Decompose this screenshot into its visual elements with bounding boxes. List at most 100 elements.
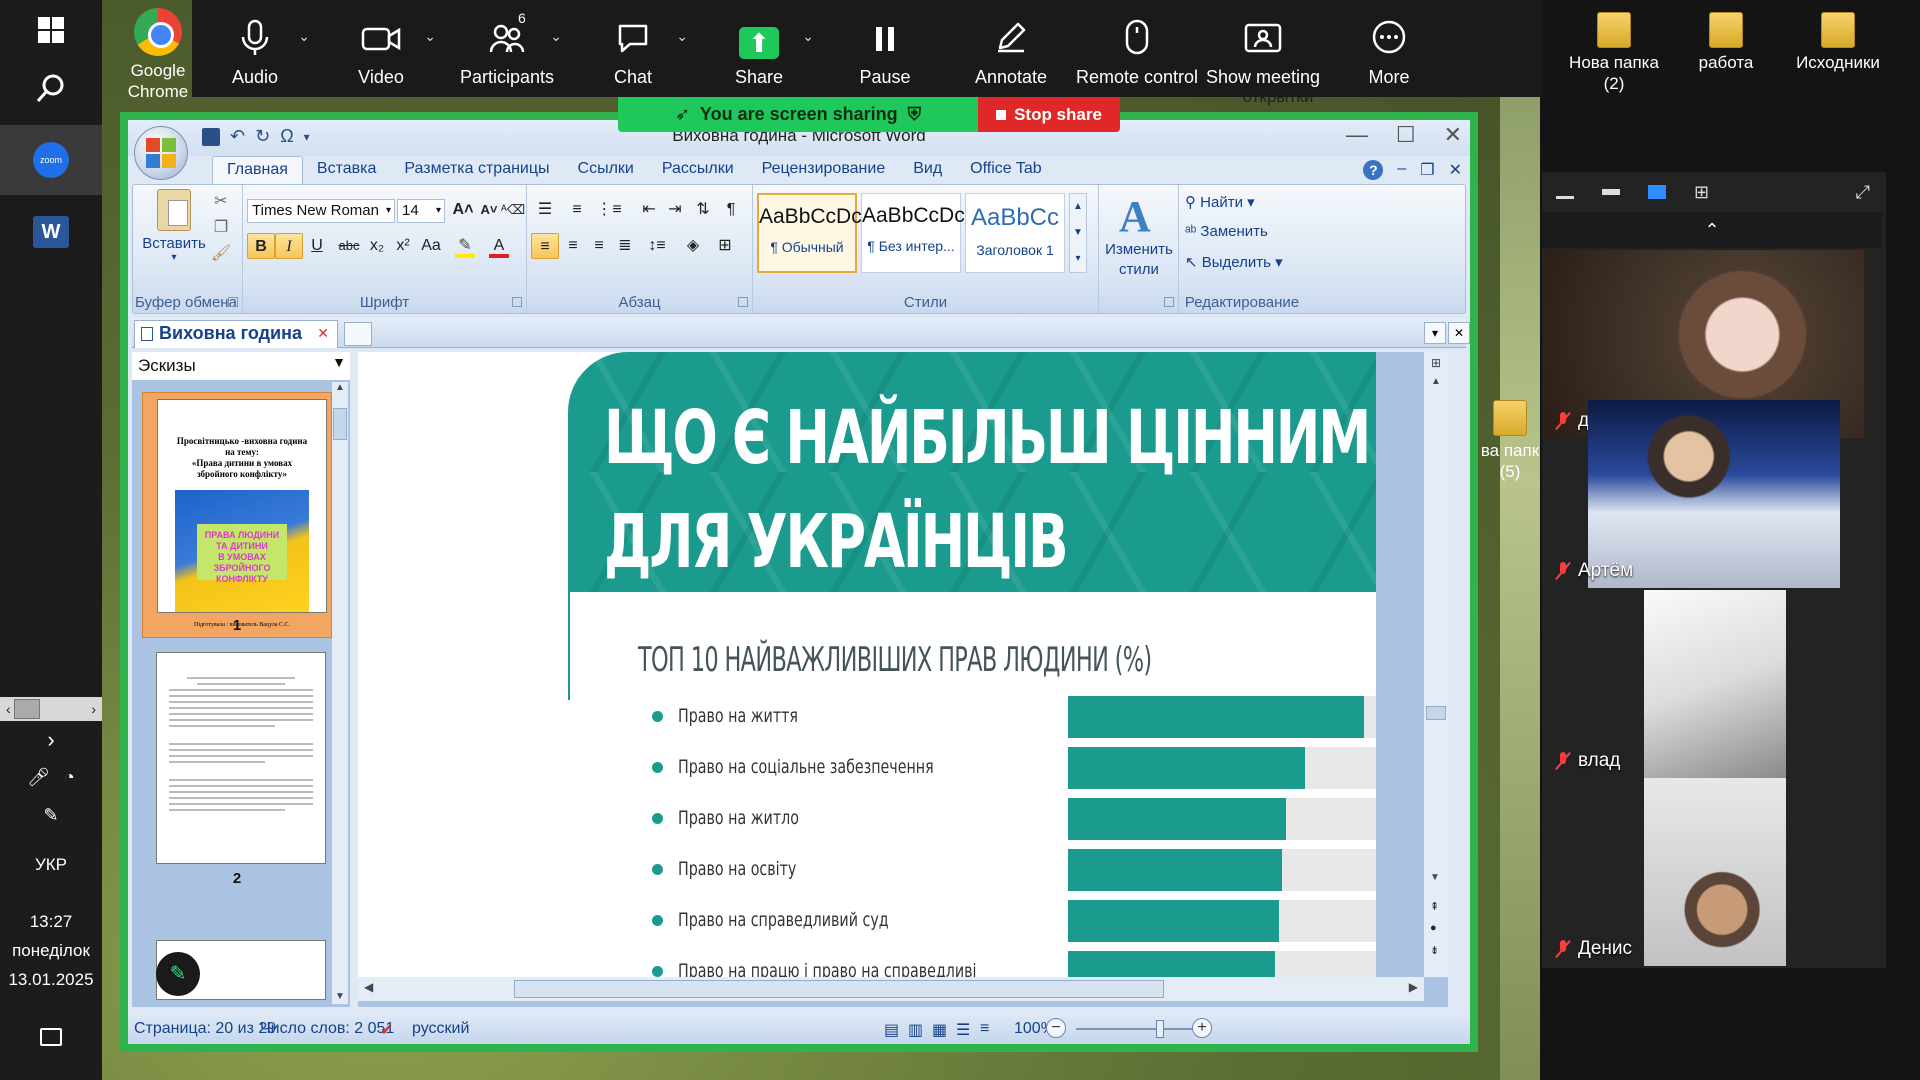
scroll-thumb[interactable] [514,980,1164,998]
align-left-icon[interactable]: ≡ [531,233,559,259]
desktop-icon-folder-rabota[interactable]: работа [1666,12,1786,73]
office-button[interactable] [134,126,188,180]
desktop-icon-folder-nova-papka-5[interactable]: ва папк (5) [1466,400,1554,482]
remote-control-button[interactable]: Remote control [1074,0,1200,97]
tab-page-layout[interactable]: Разметка страницы [390,156,563,184]
chevron-down-icon[interactable]: ⌄ [802,28,814,45]
screen-sharing-banner[interactable]: ➶ You are screen sharing ⛨ [618,97,978,132]
copy-icon[interactable]: ❐ [207,215,235,241]
scroll-down-icon[interactable]: ▼ [335,991,345,1002]
thumbnails-scrollbar[interactable]: ▲ ▼ [332,382,348,1004]
expand-icon[interactable]: ⤢ [1856,182,1870,203]
language-status[interactable]: русский [412,1020,469,1038]
scroll-right-icon[interactable]: ▶ [1409,980,1418,994]
stop-share-button[interactable]: Stop share [978,97,1120,132]
font-size-select[interactable]: 14 ▾ [397,199,445,223]
select-browse-object-icon[interactable]: ● [1430,922,1437,934]
scroll-left-icon[interactable]: ◀ [364,980,373,994]
spelling-check-icon[interactable]: ✔ [380,1020,393,1040]
participant-tile[interactable]: Артём [1544,400,1864,588]
audio-button[interactable]: ⌄ Audio [192,0,318,97]
styles-gallery-scroll[interactable]: ▲ ▼ ▾ [1069,193,1087,273]
show-meeting-button[interactable]: Show meeting [1200,0,1326,97]
share-button[interactable]: ⬆ ⌄ Share [696,0,822,97]
chevron-down-icon[interactable]: ⌄ [550,28,562,45]
view-draft-icon[interactable]: ≡ [980,1020,989,1038]
format-painter-icon[interactable]: 🖌︎ [207,241,235,267]
zoom-in-icon[interactable]: + [1192,1018,1212,1038]
font-color-icon[interactable]: A [485,233,513,259]
grow-font-icon[interactable]: A˄ [449,197,477,223]
ruler-toggle-icon[interactable]: ⊞ [1424,356,1448,370]
scroll-videos-up[interactable]: ⌃ [1542,212,1882,248]
style-heading-1[interactable]: AaBbCc Заголовок 1 [965,193,1065,273]
tab-home[interactable]: Главная [212,156,303,184]
chevron-right-icon[interactable]: › [0,727,102,752]
paste-button[interactable]: Вставить ▾ [139,189,209,263]
highlight-color-icon[interactable]: ✎ [451,233,479,259]
annotation-pen-icon[interactable]: ✎ [156,952,200,996]
scroll-left-icon[interactable]: ‹ [6,701,11,717]
ribbon-close-icon[interactable]: ✕ [1449,160,1462,180]
thumbnails-header[interactable]: Эскизы ▼ [132,352,350,380]
superscript-button[interactable]: x² [389,233,417,259]
ribbon-restore-icon[interactable]: ❐ [1420,160,1434,180]
notifications-icon[interactable] [0,1022,102,1052]
taskbar-zoom-app[interactable]: zoom [0,125,102,195]
pause-share-button[interactable]: Pause [822,0,948,97]
wifi-icon[interactable]: ◔ [64,767,75,788]
strikethrough-button[interactable]: abc [335,233,363,259]
next-page-icon[interactable]: ⇟ [1430,944,1439,957]
tab-view[interactable]: Вид [899,156,956,184]
clock-time[interactable]: 13:27 [0,912,102,932]
style-no-spacing[interactable]: AaBbCcDc ¶ Без интер... [861,193,965,273]
tab-office-tab[interactable]: Office Tab [956,156,1055,184]
dialog-launcher-icon[interactable] [228,297,238,307]
scroll-right-icon[interactable]: › [91,701,96,717]
chevron-down-icon[interactable]: ⌄ [424,28,436,45]
previous-page-icon[interactable]: ⇞ [1430,900,1439,913]
close-document-icon[interactable]: ✕ [1448,322,1470,344]
scroll-up-icon[interactable]: ▲ [1424,376,1448,387]
tab-list-dropdown-icon[interactable]: ▾ [1424,322,1446,344]
search-icon[interactable] [0,66,102,110]
bold-button[interactable]: B [247,233,275,259]
active-speaker-icon[interactable] [1648,185,1666,199]
tab-review[interactable]: Рецензирование [748,156,900,184]
bullets-icon[interactable]: ☰ [531,197,559,223]
clock-day[interactable]: понеділок [0,941,102,961]
change-case-button[interactable]: Aa [417,233,445,259]
tab-mailings[interactable]: Рассылки [648,156,748,184]
show-formatting-icon[interactable]: ¶ [717,197,745,223]
tab-references[interactable]: Ссылки [564,156,648,184]
pen-tray-icon[interactable]: ✎ [0,800,102,830]
view-print-layout-icon[interactable]: ▤ [884,1020,899,1040]
participant-tile[interactable]: Денис [1544,778,1864,966]
page-count-status[interactable]: Страница: 20 из 29 [134,1020,276,1038]
desktop-icon-folder-ishodniki[interactable]: Исходники [1778,12,1898,73]
video-button[interactable]: ⌄ Video [318,0,444,97]
close-icon[interactable]: ✕ [1444,122,1462,148]
chevron-down-icon[interactable]: ⌄ [676,28,688,45]
dialog-launcher-icon[interactable] [1164,297,1174,307]
scroll-thumb[interactable] [14,699,40,719]
new-tab-button[interactable] [344,322,372,346]
shading-icon[interactable]: ◈ [679,233,707,259]
cut-icon[interactable]: ✂ [207,189,235,215]
close-tab-icon[interactable]: ✕ [317,325,329,342]
zoom-slider[interactable] [1076,1020,1196,1038]
microphone-tray-icon[interactable]: 🎤︎ [27,767,50,788]
thumbnail-page-1[interactable]: Просвітницько -виховна година на тему: «… [142,392,332,638]
font-name-select[interactable]: Times New Roman ▾ [247,199,395,223]
numbering-icon[interactable]: ≡ [563,197,591,223]
scroll-down-icon[interactable]: ▼ [1430,872,1440,883]
underline-button[interactable]: U [303,233,331,259]
increase-indent-icon[interactable]: ⇥ [661,197,689,223]
scroll-thumb[interactable] [1426,706,1446,720]
clock-date[interactable]: 13.01.2025 [0,970,102,990]
decrease-indent-icon[interactable]: ⇤ [635,197,663,223]
chat-button[interactable]: ⌄ Chat [570,0,696,97]
thumbnail-page-2[interactable]: 2 [142,652,332,912]
taskbar-word-app[interactable]: W [0,200,102,264]
chevron-down-icon[interactable]: ▼ [332,354,346,370]
